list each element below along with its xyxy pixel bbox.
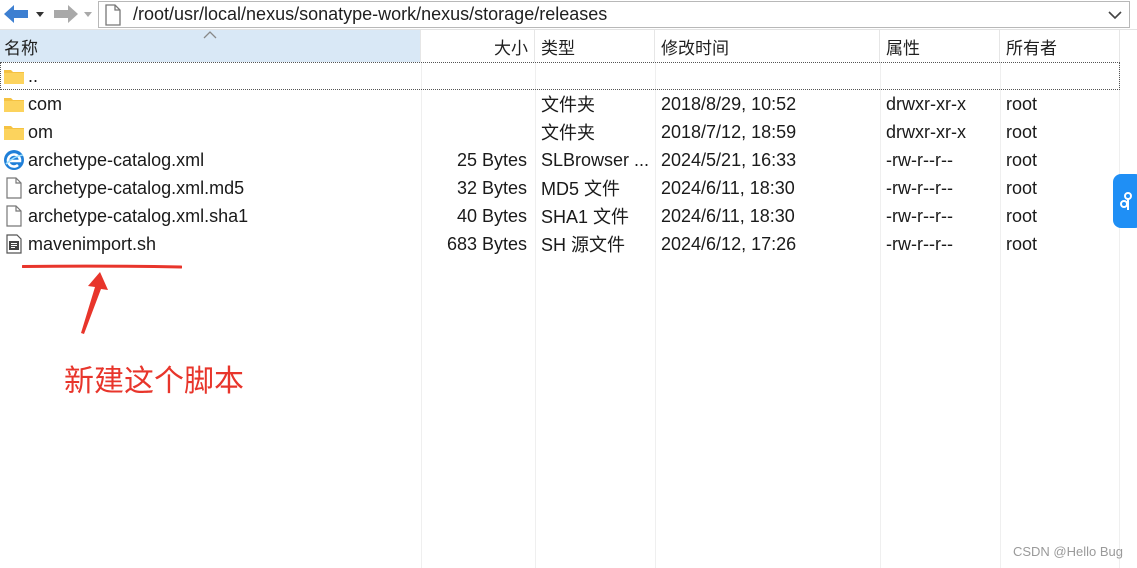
navigation-toolbar: /root/usr/local/nexus/sonatype-work/nexu…: [0, 0, 1137, 30]
file-name: om: [28, 121, 54, 142]
modified-cell: 2024/5/21, 16:33: [661, 149, 797, 170]
attributes-cell: drwxr-xr-x: [886, 121, 966, 142]
attributes-cell: -rw-r--r--: [886, 149, 953, 170]
chevron-down-icon[interactable]: [1107, 7, 1123, 23]
page-icon: [105, 3, 127, 26]
side-floating-tab[interactable]: [1113, 174, 1137, 228]
name-cell: om: [0, 118, 421, 146]
annotation-underline: [22, 264, 182, 269]
column-header-size[interactable]: 大小: [421, 30, 535, 62]
file-row[interactable]: om 文件夹 2018/7/12, 18:59 drwxr-xr-x root: [0, 118, 1120, 146]
column-header-type-label: 类型: [541, 38, 575, 58]
attributes-cell: drwxr-xr-x: [886, 93, 966, 114]
modified-cell: 2024/6/11, 18:30: [661, 177, 795, 198]
type-cell: MD5 文件: [541, 179, 621, 199]
back-arrow-icon: [4, 5, 44, 23]
column-header-bar: 名称 大小 类型 修改时间 属性 所有者: [0, 30, 1137, 62]
column-header-attributes[interactable]: 属性: [880, 30, 1000, 62]
size-cell: 683 Bytes: [446, 233, 527, 254]
file-name: archetype-catalog.xml: [28, 149, 205, 170]
side-tab-icon: [1120, 192, 1132, 210]
folder-icon: [3, 121, 25, 143]
file-row[interactable]: archetype-catalog.xml.md5 32 Bytes MD5 文…: [0, 174, 1120, 202]
name-cell: ..: [0, 62, 421, 90]
modified-cell: 2018/7/12, 18:59: [661, 121, 797, 142]
annotation-arrow-icon: [81, 272, 108, 334]
file-name: mavenimport.sh: [28, 233, 157, 254]
attributes-cell: -rw-r--r--: [886, 205, 953, 226]
owner-cell: root: [1006, 177, 1038, 198]
column-header-size-label: 大小: [494, 38, 528, 58]
forward-arrow-icon: [54, 5, 92, 23]
size-cell: [421, 118, 535, 146]
size-cell: 25 Bytes: [456, 149, 527, 170]
file-name: archetype-catalog.xml.md5: [28, 177, 245, 198]
blank-file-icon: [3, 177, 25, 199]
type-cell: SH 源文件: [541, 235, 626, 255]
column-header-type[interactable]: 类型: [535, 30, 655, 62]
column-header-modified[interactable]: 修改时间: [655, 30, 880, 62]
script-file-icon: [3, 233, 25, 255]
owner-cell: root: [1006, 205, 1038, 226]
file-row[interactable]: com 文件夹 2018/8/29, 10:52 drwxr-xr-x root: [0, 90, 1120, 118]
modified-cell: 2024/6/11, 18:30: [661, 205, 795, 226]
attributes-cell: -rw-r--r--: [886, 177, 953, 198]
column-header-owner-label: 所有者: [1006, 38, 1057, 58]
owner-cell: root: [1006, 121, 1038, 142]
column-header-name-label: 名称: [4, 38, 38, 58]
watermark-text: CSDN @Hello Bug: [1012, 544, 1123, 559]
name-cell: archetype-catalog.xml: [0, 146, 421, 174]
size-cell: 32 Bytes: [456, 177, 527, 198]
column-header-owner[interactable]: 所有者: [1000, 30, 1120, 62]
size-cell: 40 Bytes: [456, 205, 527, 226]
file-name: ..: [28, 65, 39, 86]
forward-button[interactable]: [50, 2, 96, 26]
name-cell: com: [0, 90, 421, 118]
file-row[interactable]: archetype-catalog.xml 25 Bytes SLBrowser…: [0, 146, 1120, 174]
file-name: com: [28, 93, 63, 114]
back-button[interactable]: [2, 2, 48, 26]
owner-cell: root: [1006, 233, 1038, 254]
modified-cell: 2018/8/29, 10:52: [661, 93, 797, 114]
path-input[interactable]: /root/usr/local/nexus/sonatype-work/nexu…: [98, 1, 1130, 28]
file-row[interactable]: archetype-catalog.xml.sha1 40 Bytes SHA1…: [0, 202, 1120, 230]
type-cell: 文件夹: [541, 95, 595, 115]
size-cell: [421, 90, 535, 118]
file-name: archetype-catalog.xml.sha1: [28, 205, 249, 226]
type-cell: SLBrowser ...: [541, 149, 650, 170]
name-cell: mavenimport.sh: [0, 230, 421, 258]
sort-ascending-icon: [203, 31, 217, 39]
blank-file-icon: [3, 205, 25, 227]
column-header-name[interactable]: 名称: [0, 30, 421, 62]
column-header-modified-label: 修改时间: [661, 38, 729, 58]
folder-icon: [3, 65, 25, 87]
file-row-parent[interactable]: ..: [0, 62, 1120, 90]
type-cell: 文件夹: [541, 123, 595, 143]
annotation-text: 新建这个脚本: [64, 364, 244, 399]
column-header-attributes-label: 属性: [886, 38, 920, 58]
owner-cell: root: [1006, 93, 1038, 114]
attributes-cell: -rw-r--r--: [886, 233, 953, 254]
browser-file-icon: [3, 149, 25, 171]
name-cell: archetype-catalog.xml.sha1: [0, 202, 421, 230]
owner-cell: root: [1006, 149, 1038, 170]
file-list: .. com 文件夹 2018/8/29, 10:52 drwxr-xr-x r…: [0, 62, 1120, 258]
type-cell: SHA1 文件: [541, 207, 630, 227]
name-cell: archetype-catalog.xml.md5: [0, 174, 421, 202]
file-row[interactable]: mavenimport.sh 683 Bytes SH 源文件 2024/6/1…: [0, 230, 1120, 258]
modified-cell: 2024/6/12, 17:26: [661, 233, 797, 254]
folder-icon: [3, 93, 25, 115]
path-text: /root/usr/local/nexus/sonatype-work/nexu…: [133, 4, 608, 24]
